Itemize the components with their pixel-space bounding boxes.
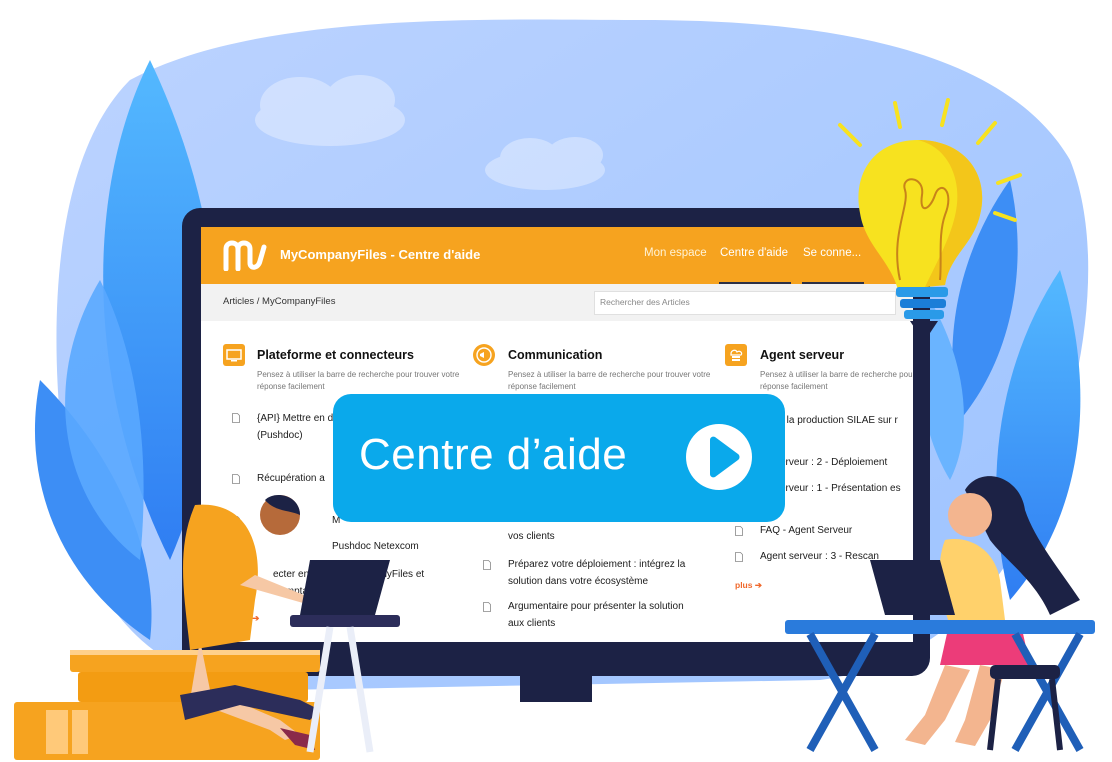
arrow-right-icon: ➔ (754, 580, 762, 590)
document-icon (232, 474, 240, 484)
person-left-illustration (14, 495, 400, 760)
lightbulb-icon (838, 98, 1022, 333)
article-link[interactable]: vos clients (508, 528, 698, 545)
category-subtitle: Pensez à utiliser la barre de recherche … (760, 370, 913, 391)
play-icon[interactable] (684, 422, 754, 492)
app-header: MyCompanyFiles - Centre d'aide Mon espac… (201, 227, 913, 284)
nav-mon-espace[interactable]: Mon espace (644, 247, 707, 259)
search-input[interactable] (595, 292, 865, 312)
app-title[interactable]: MyCompanyFiles - Centre d'aide (280, 247, 480, 262)
breadcrumb[interactable]: Articles / MyCompanyFiles (223, 296, 335, 307)
person-right-illustration (785, 476, 1095, 752)
category-subtitle: Pensez à utiliser la barre de recherche … (257, 370, 460, 391)
document-icon (735, 526, 743, 536)
category-title-plateforme[interactable]: Plateforme et connecteurs (257, 348, 414, 362)
category-title-agent-serveur[interactable]: Agent serveur (760, 348, 844, 362)
screen-icon (223, 344, 245, 366)
more-link[interactable]: plus ➔ (735, 580, 762, 591)
article-link[interactable]: Argumentaire pour présenter la solution … (508, 598, 698, 632)
document-icon (735, 552, 743, 562)
document-icon (232, 413, 240, 423)
cloud-server-icon (725, 344, 747, 366)
article-link[interactable]: er la production SILAE sur r (775, 412, 913, 429)
category-title-communication[interactable]: Communication (508, 348, 602, 362)
article-link[interactable]: serveur : 2 - Déploiement (775, 454, 913, 471)
megaphone-icon (473, 344, 495, 366)
banner-title: Centre d’aide (359, 430, 628, 479)
document-icon (483, 602, 491, 612)
category-subtitle: Pensez à utiliser la barre de recherche … (508, 370, 711, 391)
monitor-stand (520, 676, 592, 702)
logo-icon (223, 240, 267, 271)
document-icon (483, 560, 491, 570)
nav-centre-aide[interactable]: Centre d'aide (720, 247, 788, 259)
article-link[interactable]: Préparez votre déploiement : intégrez la… (508, 556, 698, 590)
